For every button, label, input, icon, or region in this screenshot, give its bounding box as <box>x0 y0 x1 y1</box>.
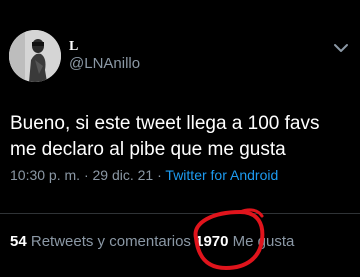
tweet-meta: 10:30 p. m. · 29 dic. 21 · Twitter for A… <box>10 167 278 183</box>
avatar[interactable] <box>9 30 61 82</box>
tweet-source-link[interactable]: Twitter for Android <box>165 167 278 183</box>
chevron-down-icon[interactable] <box>333 42 349 54</box>
meta-separator: · <box>157 167 162 183</box>
retweets-stat[interactable]: 54 Retweets y comentarios <box>10 233 195 250</box>
avatar-photo <box>9 30 61 82</box>
tweet-text: Bueno, si este tweet llega a 100 favs me… <box>10 113 320 160</box>
likes-stat[interactable]: 1970 Me gusta <box>195 233 294 250</box>
likes-count: 1970 <box>195 233 229 250</box>
tweet-date: 29 dic. 21 <box>92 167 154 183</box>
retweets-count: 54 <box>10 233 27 250</box>
tweet-stats: 54 Retweets y comentarios 1970 Me gusta <box>10 233 294 250</box>
tweet-time: 10:30 p. m. <box>10 167 81 183</box>
divider <box>0 213 360 214</box>
meta-separator: · <box>83 167 89 183</box>
user-handle[interactable]: @LNAnillo <box>69 55 140 72</box>
display-name[interactable]: L <box>69 39 78 55</box>
retweets-label: Retweets y comentarios <box>30 233 191 250</box>
likes-label: Me gusta <box>232 233 295 250</box>
